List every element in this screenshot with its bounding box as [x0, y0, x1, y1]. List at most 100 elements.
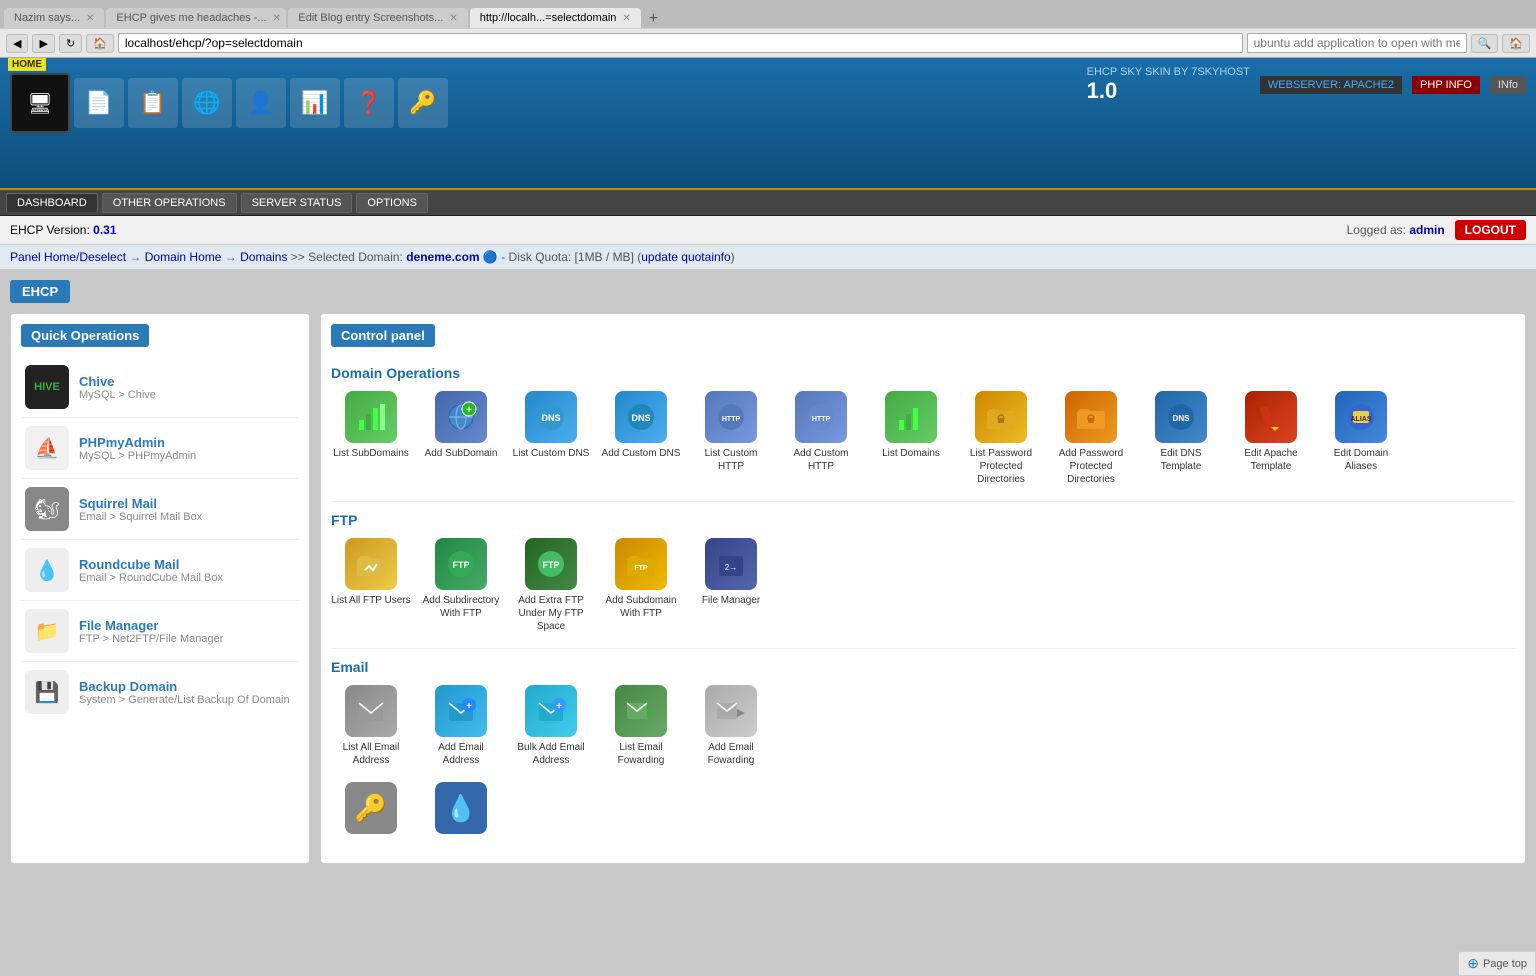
nav-icon-5[interactable]: 📊: [290, 78, 340, 128]
cp-icon-add-extra-ftp[interactable]: FTP Add Extra FTP Under My FTP Space: [511, 538, 591, 633]
nav-icon-1[interactable]: 📄: [74, 78, 124, 128]
list-email-fwd-icon: [615, 685, 667, 737]
list-password-protected-icon: [975, 391, 1027, 443]
update-quotainfo-link[interactable]: update quotainfo: [641, 250, 730, 264]
page-top-button[interactable]: ⊕ Page top: [1458, 951, 1536, 976]
nav-icon-3[interactable]: 🌐: [182, 78, 232, 128]
cp-icon-add-subdomain-ftp[interactable]: FTP Add Subdomain With FTP: [601, 538, 681, 633]
nav-options[interactable]: OPTIONS: [356, 193, 428, 213]
info-badge[interactable]: INfo: [1490, 76, 1526, 94]
webserver-badge[interactable]: WEBSERVER: APACHE2: [1260, 76, 1402, 94]
dashboard-icon[interactable]: 🖥: [10, 73, 70, 133]
home-button[interactable]: 🏠: [86, 34, 114, 53]
php-badge[interactable]: PHP INFO: [1412, 76, 1480, 94]
tab-4-close[interactable]: ✕: [622, 13, 630, 24]
cp-icon-list-domains[interactable]: List Domains: [871, 391, 951, 486]
bottom-icon-1: 🔑: [345, 782, 397, 834]
svg-text:+: +: [466, 405, 472, 416]
svg-text:DNS: DNS: [1173, 414, 1191, 423]
cp-icon-edit-dns-template[interactable]: DNS Edit DNS Template: [1141, 391, 1221, 486]
back-button[interactable]: ◀: [6, 34, 28, 53]
svg-text:FTP: FTP: [543, 560, 560, 570]
cp-icon-edit-apache-template[interactable]: Edit Apache Template: [1231, 391, 1311, 486]
tab-1-close[interactable]: ✕: [86, 13, 94, 24]
list-ftp-users-label: List All FTP Users: [331, 594, 410, 607]
email-divider: [331, 648, 1515, 649]
cp-icon-bulk-add-email[interactable]: + Bulk Add Email Address: [511, 685, 591, 767]
cp-icon-add-email[interactable]: + Add Email Address: [421, 685, 501, 767]
cp-icon-bottom-2[interactable]: 💧: [421, 782, 501, 838]
tab-1-label: Nazim says...: [14, 12, 80, 24]
list-email-fwd-label: List Email Fowarding: [601, 741, 681, 767]
cp-icon-file-manager[interactable]: 2→ File Manager: [691, 538, 771, 633]
search-input[interactable]: [1247, 33, 1467, 53]
quick-item-chive[interactable]: HIVE Chive MySQL > Chive: [21, 357, 299, 418]
new-tab-button[interactable]: +: [643, 10, 664, 28]
nav-other-ops[interactable]: OTHER OPERATIONS: [102, 193, 237, 213]
cp-icon-bottom-1[interactable]: 🔑: [331, 782, 411, 838]
cp-icon-add-custom-http[interactable]: HTTP Add Custom HTTP: [781, 391, 861, 486]
cp-icon-list-password-protected[interactable]: List Password Protected Directories: [961, 391, 1041, 486]
domain-ops-title: Domain Operations: [331, 365, 1515, 381]
status-bar: EHCP Version: 0.31 Logged as: admin LOGO…: [0, 216, 1536, 245]
svg-text:FTP: FTP: [453, 560, 470, 570]
cp-icon-list-email[interactable]: List All Email Address: [331, 685, 411, 767]
file-manager-label: File Manager: [702, 594, 760, 607]
filemanager-label: File Manager: [79, 618, 223, 633]
list-custom-http-icon: HTTP: [705, 391, 757, 443]
home-label: HOME: [8, 58, 46, 71]
svg-text:+: +: [556, 701, 562, 712]
page-top-label: Page top: [1483, 958, 1527, 970]
cp-icon-add-password-protected[interactable]: Add Password Protected Directories: [1051, 391, 1131, 486]
control-panel: Control panel Domain Operations List Sub…: [320, 313, 1526, 864]
edit-apache-template-icon: [1245, 391, 1297, 443]
tab-2[interactable]: EHCP gives me headaches -... ✕: [106, 8, 286, 28]
cp-icon-edit-domain-aliases[interactable]: ALIAS Edit Domain Aliases: [1321, 391, 1401, 486]
quick-item-filemanager[interactable]: 📁 File Manager FTP > Net2FTP/File Manage…: [21, 601, 299, 662]
url-input[interactable]: [118, 33, 1243, 53]
nav-icon-7[interactable]: 🔑: [398, 78, 448, 128]
cp-icon-list-subdomains[interactable]: List SubDomains: [331, 391, 411, 486]
logout-button[interactable]: LOGOUT: [1455, 220, 1526, 240]
quick-item-squirrel[interactable]: 🐿 Squirrel Mail Email > Squirrel Mail Bo…: [21, 479, 299, 540]
breadcrumb-domains[interactable]: Domains: [240, 250, 287, 264]
breadcrumb-domain-home[interactable]: Domain Home: [145, 250, 222, 264]
app-header: HOME 🖥 📄 📋 🌐 👤 📊 ❓ 🔑 EHCP SKY SKIN BY 7S…: [0, 58, 1536, 188]
cp-icon-list-custom-http[interactable]: HTTP List Custom HTTP: [691, 391, 771, 486]
tab-3-close[interactable]: ✕: [449, 13, 457, 24]
edit-apache-template-label: Edit Apache Template: [1231, 447, 1311, 473]
breadcrumb-domain[interactable]: deneme.com: [406, 250, 479, 264]
add-custom-dns-label: Add Custom DNS: [602, 447, 681, 460]
search-button[interactable]: 🔍: [1471, 34, 1499, 53]
nav-icon-4[interactable]: 👤: [236, 78, 286, 128]
cp-icon-add-email-fwd[interactable]: Add Email Fowarding: [691, 685, 771, 767]
chive-sub: MySQL > Chive: [79, 389, 156, 401]
filemanager-sub: FTP > Net2FTP/File Manager: [79, 633, 223, 645]
forward-button[interactable]: ▶: [32, 34, 54, 53]
tab-4[interactable]: http://localh...=selectdomain ✕: [470, 8, 641, 28]
quick-item-roundcube[interactable]: 💧 Roundcube Mail Email > RoundCube Mail …: [21, 540, 299, 601]
quick-item-phpmyadmin[interactable]: ⛵ PHPmyAdmin MySQL > PHPmyAdmin: [21, 418, 299, 479]
list-subdomains-label: List SubDomains: [333, 447, 409, 460]
svg-text:HTTP: HTTP: [812, 416, 831, 423]
cp-icon-add-subdomain[interactable]: + Add SubDomain: [421, 391, 501, 486]
breadcrumb-selected-label: Selected Domain:: [308, 250, 403, 264]
quick-item-backup[interactable]: 💾 Backup Domain System > Generate/List B…: [21, 662, 299, 722]
cp-icon-list-email-fwd[interactable]: List Email Fowarding: [601, 685, 681, 767]
nav-icon-6[interactable]: ❓: [344, 78, 394, 128]
squirrel-label: Squirrel Mail: [79, 496, 202, 511]
reload-button[interactable]: ↻: [59, 34, 82, 53]
nav-bar: DASHBOARD OTHER OPERATIONS SERVER STATUS…: [0, 188, 1536, 216]
tab-2-close[interactable]: ✕: [273, 13, 281, 24]
cp-icon-list-ftp-users[interactable]: List All FTP Users: [331, 538, 411, 633]
nav-server-status[interactable]: SERVER STATUS: [241, 193, 353, 213]
cp-icon-list-custom-dns[interactable]: DNS List Custom DNS: [511, 391, 591, 486]
nav-dashboard[interactable]: DASHBOARD: [6, 193, 98, 212]
cp-icon-add-custom-dns[interactable]: DNS Add Custom DNS: [601, 391, 681, 486]
breadcrumb-panel-home[interactable]: Panel Home/Deselect: [10, 250, 126, 264]
home2-button[interactable]: 🏠: [1502, 34, 1530, 53]
tab-1[interactable]: Nazim says... ✕: [4, 8, 104, 28]
nav-icon-2[interactable]: 📋: [128, 78, 178, 128]
cp-icon-add-subdir-ftp[interactable]: FTP Add Subdirectory With FTP: [421, 538, 501, 633]
tab-3[interactable]: Edit Blog entry Screenshots... ✕: [288, 8, 467, 28]
